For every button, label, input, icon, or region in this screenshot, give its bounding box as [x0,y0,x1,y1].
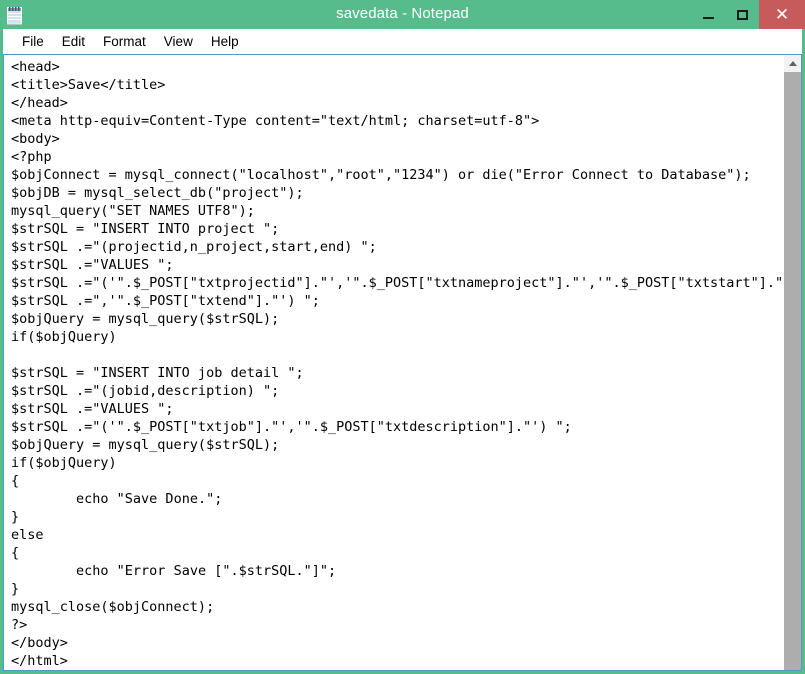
maximize-icon [736,9,748,20]
title-bar: savedata - Notepad ✕ [0,0,805,29]
scrollbar-track[interactable] [784,72,801,670]
text-editor-frame: <head> <title>Save</title> </head> <meta… [3,54,784,671]
chevron-up-icon [788,61,797,66]
menu-item-file[interactable]: File [13,34,53,49]
scrollbar-thumb[interactable] [784,72,801,670]
window-controls: ✕ [691,0,805,29]
notepad-window: savedata - Notepad ✕ File Edit Format Vi… [0,0,805,674]
notepad-icon [6,5,25,25]
minimize-button[interactable] [691,0,725,29]
menu-item-format[interactable]: Format [94,34,155,49]
text-editor-content[interactable]: <head> <title>Save</title> </head> <meta… [11,58,784,670]
close-button[interactable]: ✕ [759,0,805,29]
menu-item-view[interactable]: View [155,34,202,49]
editor-region: <head> <title>Save</title> </head> <meta… [0,54,805,674]
vertical-scrollbar[interactable] [784,54,802,671]
scroll-up-button[interactable] [784,55,801,72]
menu-item-edit[interactable]: Edit [53,34,94,49]
menu-item-help[interactable]: Help [202,34,248,49]
close-icon: ✕ [774,4,790,24]
menu-bar: File Edit Format View Help [0,29,805,54]
maximize-button[interactable] [725,0,759,29]
window-title: savedata - Notepad [336,5,469,22]
minimize-icon [702,17,714,19]
